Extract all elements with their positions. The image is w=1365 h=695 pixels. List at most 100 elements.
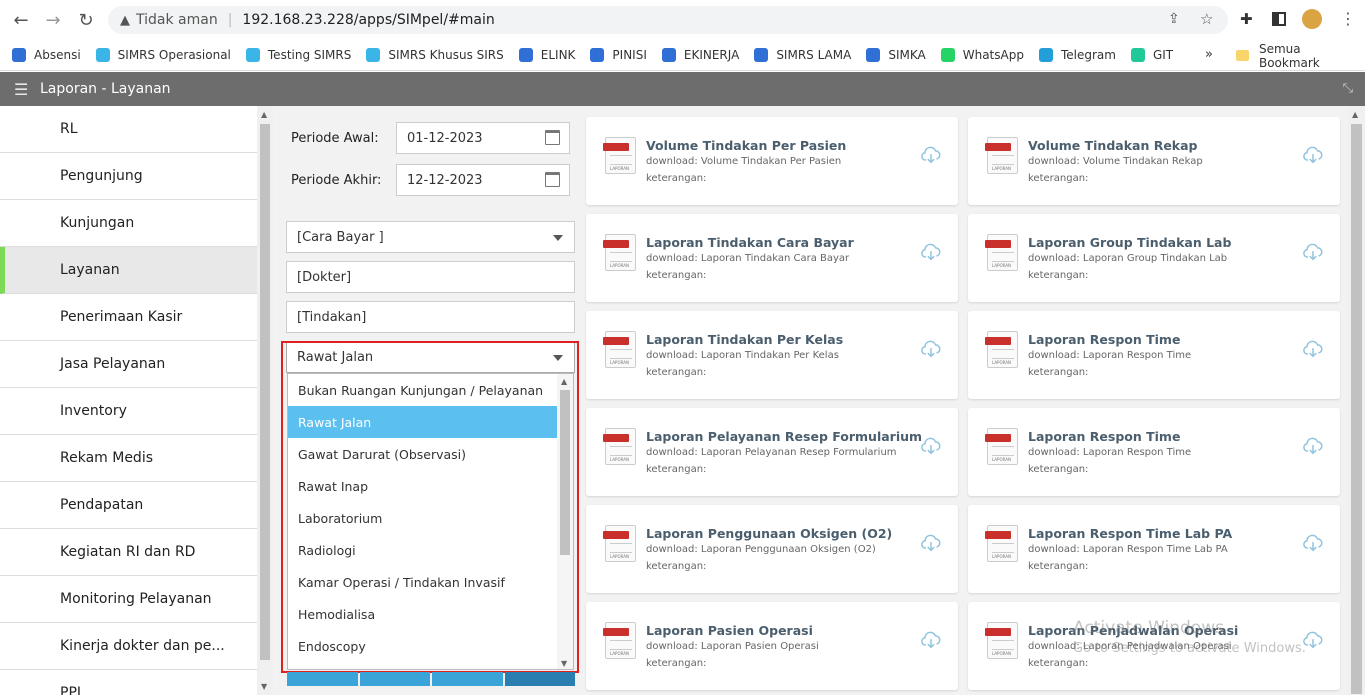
- sidebar-item[interactable]: Penerimaan Kasir: [0, 294, 257, 341]
- cloud-download-icon[interactable]: [1302, 241, 1324, 263]
- bookmarks-more[interactable]: »: [1205, 47, 1213, 62]
- star-icon[interactable]: ☆: [1200, 10, 1213, 28]
- all-bookmarks[interactable]: Semua Bookmark: [1236, 40, 1365, 71]
- report-card[interactable]: LAPORAN Laporan Penggunaan Oksigen (O2) do…: [586, 505, 958, 593]
- forward-arrow-icon[interactable]: →: [38, 5, 68, 35]
- report-title[interactable]: Volume Tindakan Rekap: [1028, 138, 1198, 153]
- sidebar-item[interactable]: Kegiatan RI dan RD: [0, 529, 257, 576]
- bookmark-item[interactable]: SIMRS Operasional: [95, 48, 231, 62]
- pdf-band: [985, 143, 1011, 151]
- report-title[interactable]: Laporan Penggunaan Oksigen (O2): [646, 526, 892, 541]
- report-title[interactable]: Laporan Tindakan Per Kelas: [646, 332, 843, 347]
- report-title[interactable]: Laporan Pasien Operasi: [646, 623, 813, 638]
- back-arrow-icon[interactable]: ←: [6, 5, 36, 35]
- cloud-download-icon[interactable]: [920, 144, 942, 166]
- sidebar-item[interactable]: Kinerja dokter dan pe...: [0, 623, 257, 670]
- cloud-download-icon[interactable]: [1302, 435, 1324, 457]
- report-title[interactable]: Laporan Respon Time: [1028, 332, 1180, 347]
- cloud-download-icon[interactable]: [920, 629, 942, 651]
- cloud-download-icon[interactable]: [920, 338, 942, 360]
- cloud-download-icon[interactable]: [1302, 144, 1324, 166]
- report-title[interactable]: Laporan Pelayanan Resep Formularium: [646, 429, 922, 444]
- hamburger-menu-icon[interactable]: ☰: [14, 80, 30, 99]
- report-note: keterangan:: [646, 367, 707, 378]
- sidebar-item[interactable]: Monitoring Pelayanan: [0, 576, 257, 623]
- sidebar-item[interactable]: Rekam Medis: [0, 435, 257, 482]
- action-button[interactable]: [287, 672, 358, 686]
- bookmark-item[interactable]: Telegram: [1038, 48, 1116, 62]
- report-card[interactable]: LAPORAN Laporan Tindakan Cara Bayar downlo…: [586, 214, 958, 302]
- side-panel-icon[interactable]: [1272, 12, 1286, 26]
- sidebar-item[interactable]: RL: [0, 106, 257, 153]
- report-card[interactable]: LAPORAN Laporan Pasien Operasi download: L…: [586, 602, 958, 690]
- pdf-tag: LAPORAN: [992, 651, 1011, 656]
- scroll-up-icon[interactable]: ▲: [1352, 110, 1358, 119]
- sidebar-item[interactable]: Pengunjung: [0, 153, 257, 200]
- periode-awal-input[interactable]: 01-12-2023: [396, 122, 570, 154]
- report-title[interactable]: Laporan Respon Time: [1028, 429, 1180, 444]
- bookmark-item[interactable]: GIT: [1130, 48, 1174, 62]
- share-icon[interactable]: ⇪: [1168, 11, 1180, 27]
- sidebar-item[interactable]: Kunjungan: [0, 200, 257, 247]
- scroll-up-icon[interactable]: ▲: [261, 110, 267, 119]
- sidebar-item[interactable]: Jasa Pelayanan: [0, 341, 257, 388]
- tindakan-input[interactable]: [Tindakan]: [286, 301, 575, 333]
- report-card[interactable]: LAPORAN Laporan Group Tindakan Lab downloa…: [968, 214, 1340, 302]
- sidebar-scrollbar[interactable]: ▲ ▼: [257, 106, 273, 695]
- calendar-icon[interactable]: [545, 130, 560, 145]
- report-title[interactable]: Laporan Respon Time Lab PA: [1028, 526, 1232, 541]
- menu-kebab-icon[interactable]: ⋮: [1340, 9, 1356, 28]
- bookmark-favicon-icon: [95, 48, 110, 62]
- profile-avatar[interactable]: [1302, 9, 1322, 29]
- report-card[interactable]: LAPORAN Laporan Tindakan Per Kelas downloa…: [586, 311, 958, 399]
- bookmark-item[interactable]: WhatsApp: [940, 48, 1024, 62]
- bookmark-item[interactable]: PINISI: [590, 48, 647, 62]
- sidebar: RL Pengunjung Kunjungan Layanan Penerimaan K…: [0, 106, 257, 695]
- sidebar-scroll-thumb[interactable]: [260, 124, 270, 660]
- bookmark-label: GIT: [1152, 48, 1174, 62]
- sidebar-item[interactable]: Inventory: [0, 388, 257, 435]
- bookmark-item[interactable]: EKINERJA: [661, 48, 739, 62]
- sidebar-item[interactable]: Pendapatan: [0, 482, 257, 529]
- scroll-down-icon[interactable]: ▼: [261, 682, 267, 691]
- cloud-download-icon[interactable]: [920, 435, 942, 457]
- action-button[interactable]: [359, 672, 430, 686]
- report-title[interactable]: Volume Tindakan Per Pasien: [646, 138, 846, 153]
- cloud-download-icon[interactable]: [1302, 532, 1324, 554]
- report-card[interactable]: LAPORAN Laporan Pelayanan Resep Formulari…: [586, 408, 958, 496]
- bookmark-item[interactable]: Testing SIMRS: [245, 48, 352, 62]
- report-card[interactable]: LAPORAN Laporan Respon Time download: Lapo…: [968, 311, 1340, 399]
- cara-bayar-select[interactable]: [Cara Bayar ]: [286, 221, 575, 253]
- cloud-download-icon[interactable]: [920, 532, 942, 554]
- report-title[interactable]: Laporan Tindakan Cara Bayar: [646, 235, 854, 250]
- report-card[interactable]: LAPORAN Laporan Respon Time Lab PA downloa…: [968, 505, 1340, 593]
- action-button[interactable]: [504, 672, 575, 686]
- address-bar[interactable]: ▲ Tidak aman | 192.168.23.228/apps/SIMpe…: [108, 6, 1228, 34]
- report-card[interactable]: LAPORAN Volume Tindakan Rekap download: Vo…: [968, 117, 1340, 205]
- report-card[interactable]: LAPORAN Volume Tindakan Per Pasien downloa…: [586, 117, 958, 205]
- reload-icon[interactable]: ↻: [71, 5, 101, 35]
- calendar-icon[interactable]: [545, 172, 560, 187]
- cloud-download-icon[interactable]: [1302, 338, 1324, 360]
- bookmark-item[interactable]: SIMRS Khusus SIRS: [366, 48, 504, 62]
- cloud-download-icon[interactable]: [920, 241, 942, 263]
- url-text[interactable]: 192.168.23.228/apps/SIMpel/#main: [242, 12, 494, 28]
- report-card[interactable]: LAPORAN Laporan Respon Time download: Lapo…: [968, 408, 1340, 496]
- action-button[interactable]: [432, 672, 503, 686]
- bookmark-item[interactable]: Absensi: [12, 48, 81, 62]
- bookmark-item[interactable]: SIMKA: [866, 48, 926, 62]
- extensions-puzzle-icon[interactable]: ✚: [1240, 10, 1253, 28]
- main-scrollbar[interactable]: ▲: [1348, 106, 1365, 695]
- bookmark-label: Testing SIMRS: [267, 48, 352, 62]
- dokter-input[interactable]: [Dokter]: [286, 261, 575, 293]
- bookmark-item[interactable]: SIMRS LAMA: [754, 48, 851, 62]
- bookmark-item[interactable]: ELINK: [518, 48, 575, 62]
- collapse-icon[interactable]: ⤡: [1343, 81, 1353, 96]
- sidebar-item[interactable]: PPI: [0, 670, 257, 695]
- sidebar-item[interactable]: Layanan: [0, 247, 257, 294]
- periode-akhir-input[interactable]: 12-12-2023: [396, 164, 570, 196]
- report-title[interactable]: Laporan Group Tindakan Lab: [1028, 235, 1231, 250]
- pdf-document-icon: LAPORAN: [603, 525, 636, 562]
- main-scroll-thumb[interactable]: [1351, 124, 1362, 694]
- pdf-band: [603, 240, 629, 248]
